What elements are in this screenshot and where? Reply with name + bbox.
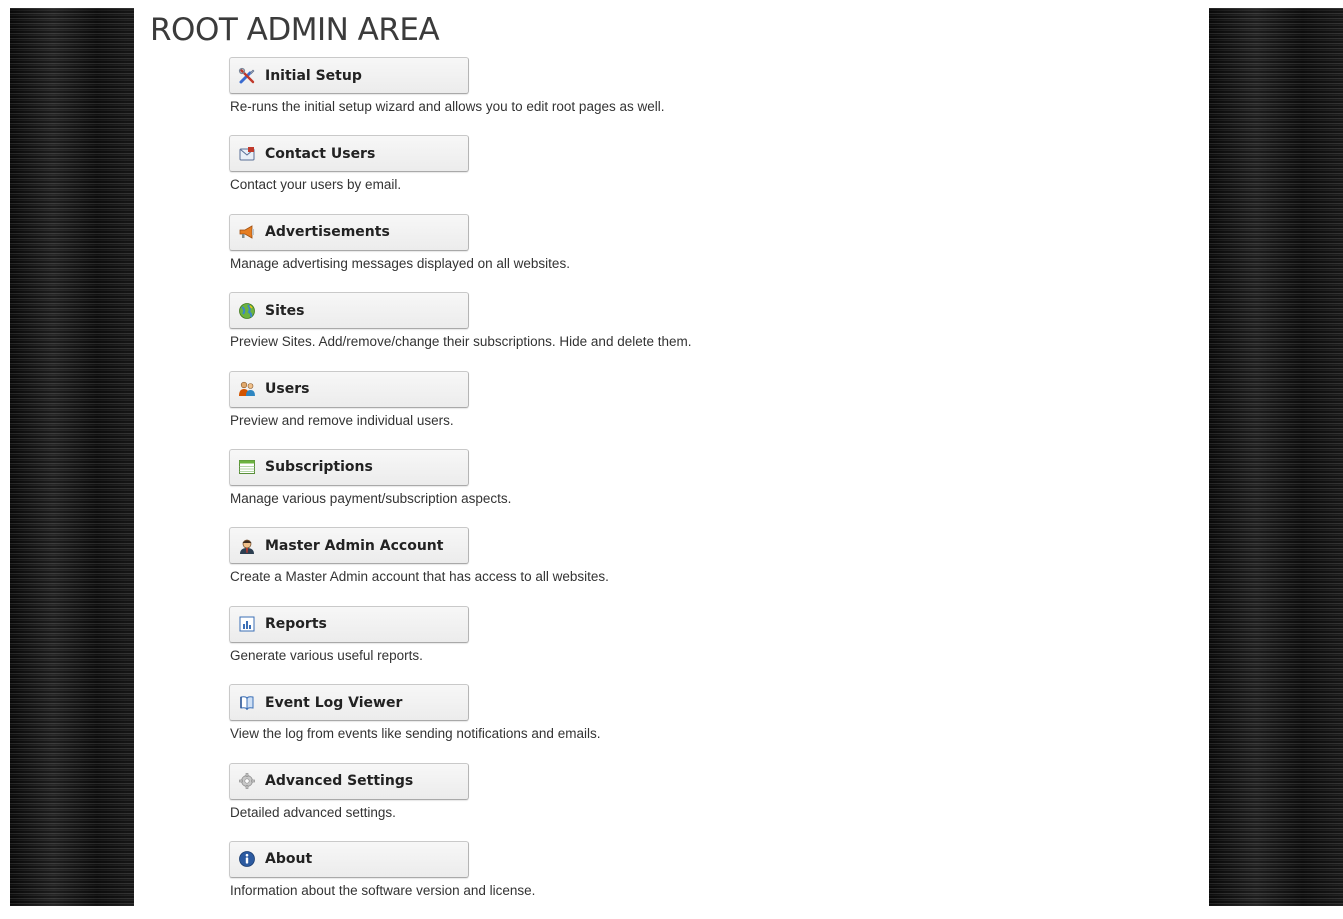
advanced-settings-label: Advanced Settings <box>265 773 414 790</box>
advertisements-label: Advertisements <box>265 224 390 241</box>
advertisements-description: Manage advertising messages displayed on… <box>230 255 570 271</box>
contact-users-label: Contact Users <box>265 145 376 162</box>
info-icon <box>237 850 256 869</box>
left-background-panel <box>10 8 134 906</box>
contact-users-button[interactable]: Contact Users <box>229 135 469 173</box>
contact-users-description: Contact your users by email. <box>230 177 402 193</box>
advanced-settings-button[interactable]: Advanced Settings <box>229 762 469 800</box>
about-label: About <box>265 851 313 868</box>
mail-icon <box>237 144 256 163</box>
megaphone-icon <box>237 223 256 242</box>
event-log-viewer-button[interactable]: Event Log Viewer <box>229 684 469 722</box>
initial-setup-description: Re-runs the initial setup wizard and all… <box>230 99 665 114</box>
chart-icon <box>237 615 256 634</box>
sites-button[interactable]: Sites <box>229 292 469 330</box>
top-margin <box>0 0 1343 8</box>
book-icon <box>237 693 256 712</box>
users-label: Users <box>265 381 310 398</box>
event-log-viewer-description: View the log from events like sending no… <box>230 726 601 742</box>
reports-description: Generate various useful reports. <box>230 647 423 663</box>
page-title: ROOT ADMIN AREA <box>150 12 440 48</box>
subscriptions-description: Manage various payment/subscription aspe… <box>230 490 512 506</box>
initial-setup-button[interactable]: Initial Setup <box>229 57 469 94</box>
gear-icon <box>237 772 256 791</box>
reports-button[interactable]: Reports <box>229 605 469 643</box>
sites-label: Sites <box>265 302 305 319</box>
globe-icon <box>237 301 256 320</box>
about-button[interactable]: About <box>229 840 469 878</box>
reports-label: Reports <box>265 616 327 633</box>
sites-description: Preview Sites. Add/remove/change their s… <box>230 334 692 350</box>
users-button[interactable]: Users <box>229 370 469 408</box>
main-content: ROOT ADMIN AREA Initial Setup Re-runs th… <box>134 8 1209 906</box>
users-description: Preview and remove individual users. <box>230 412 454 428</box>
left-edge <box>0 8 10 906</box>
advertisements-button[interactable]: Advertisements <box>229 213 469 251</box>
master-admin-account-button[interactable]: Master Admin Account <box>229 527 469 565</box>
initial-setup-label: Initial Setup <box>265 67 362 84</box>
right-background-panel <box>1209 8 1343 906</box>
subscriptions-label: Subscriptions <box>265 459 373 476</box>
table-icon <box>237 458 256 477</box>
tools-icon <box>237 66 256 85</box>
advanced-settings-description: Detailed advanced settings. <box>230 804 396 820</box>
users-icon <box>237 380 256 399</box>
master-admin-account-label: Master Admin Account <box>265 537 444 554</box>
master-admin-account-description: Create a Master Admin account that has a… <box>230 569 609 585</box>
event-log-viewer-label: Event Log Viewer <box>265 694 403 711</box>
about-description: Information about the software version a… <box>230 882 536 898</box>
subscriptions-button[interactable]: Subscriptions <box>229 448 469 486</box>
admin-icon <box>237 536 256 555</box>
